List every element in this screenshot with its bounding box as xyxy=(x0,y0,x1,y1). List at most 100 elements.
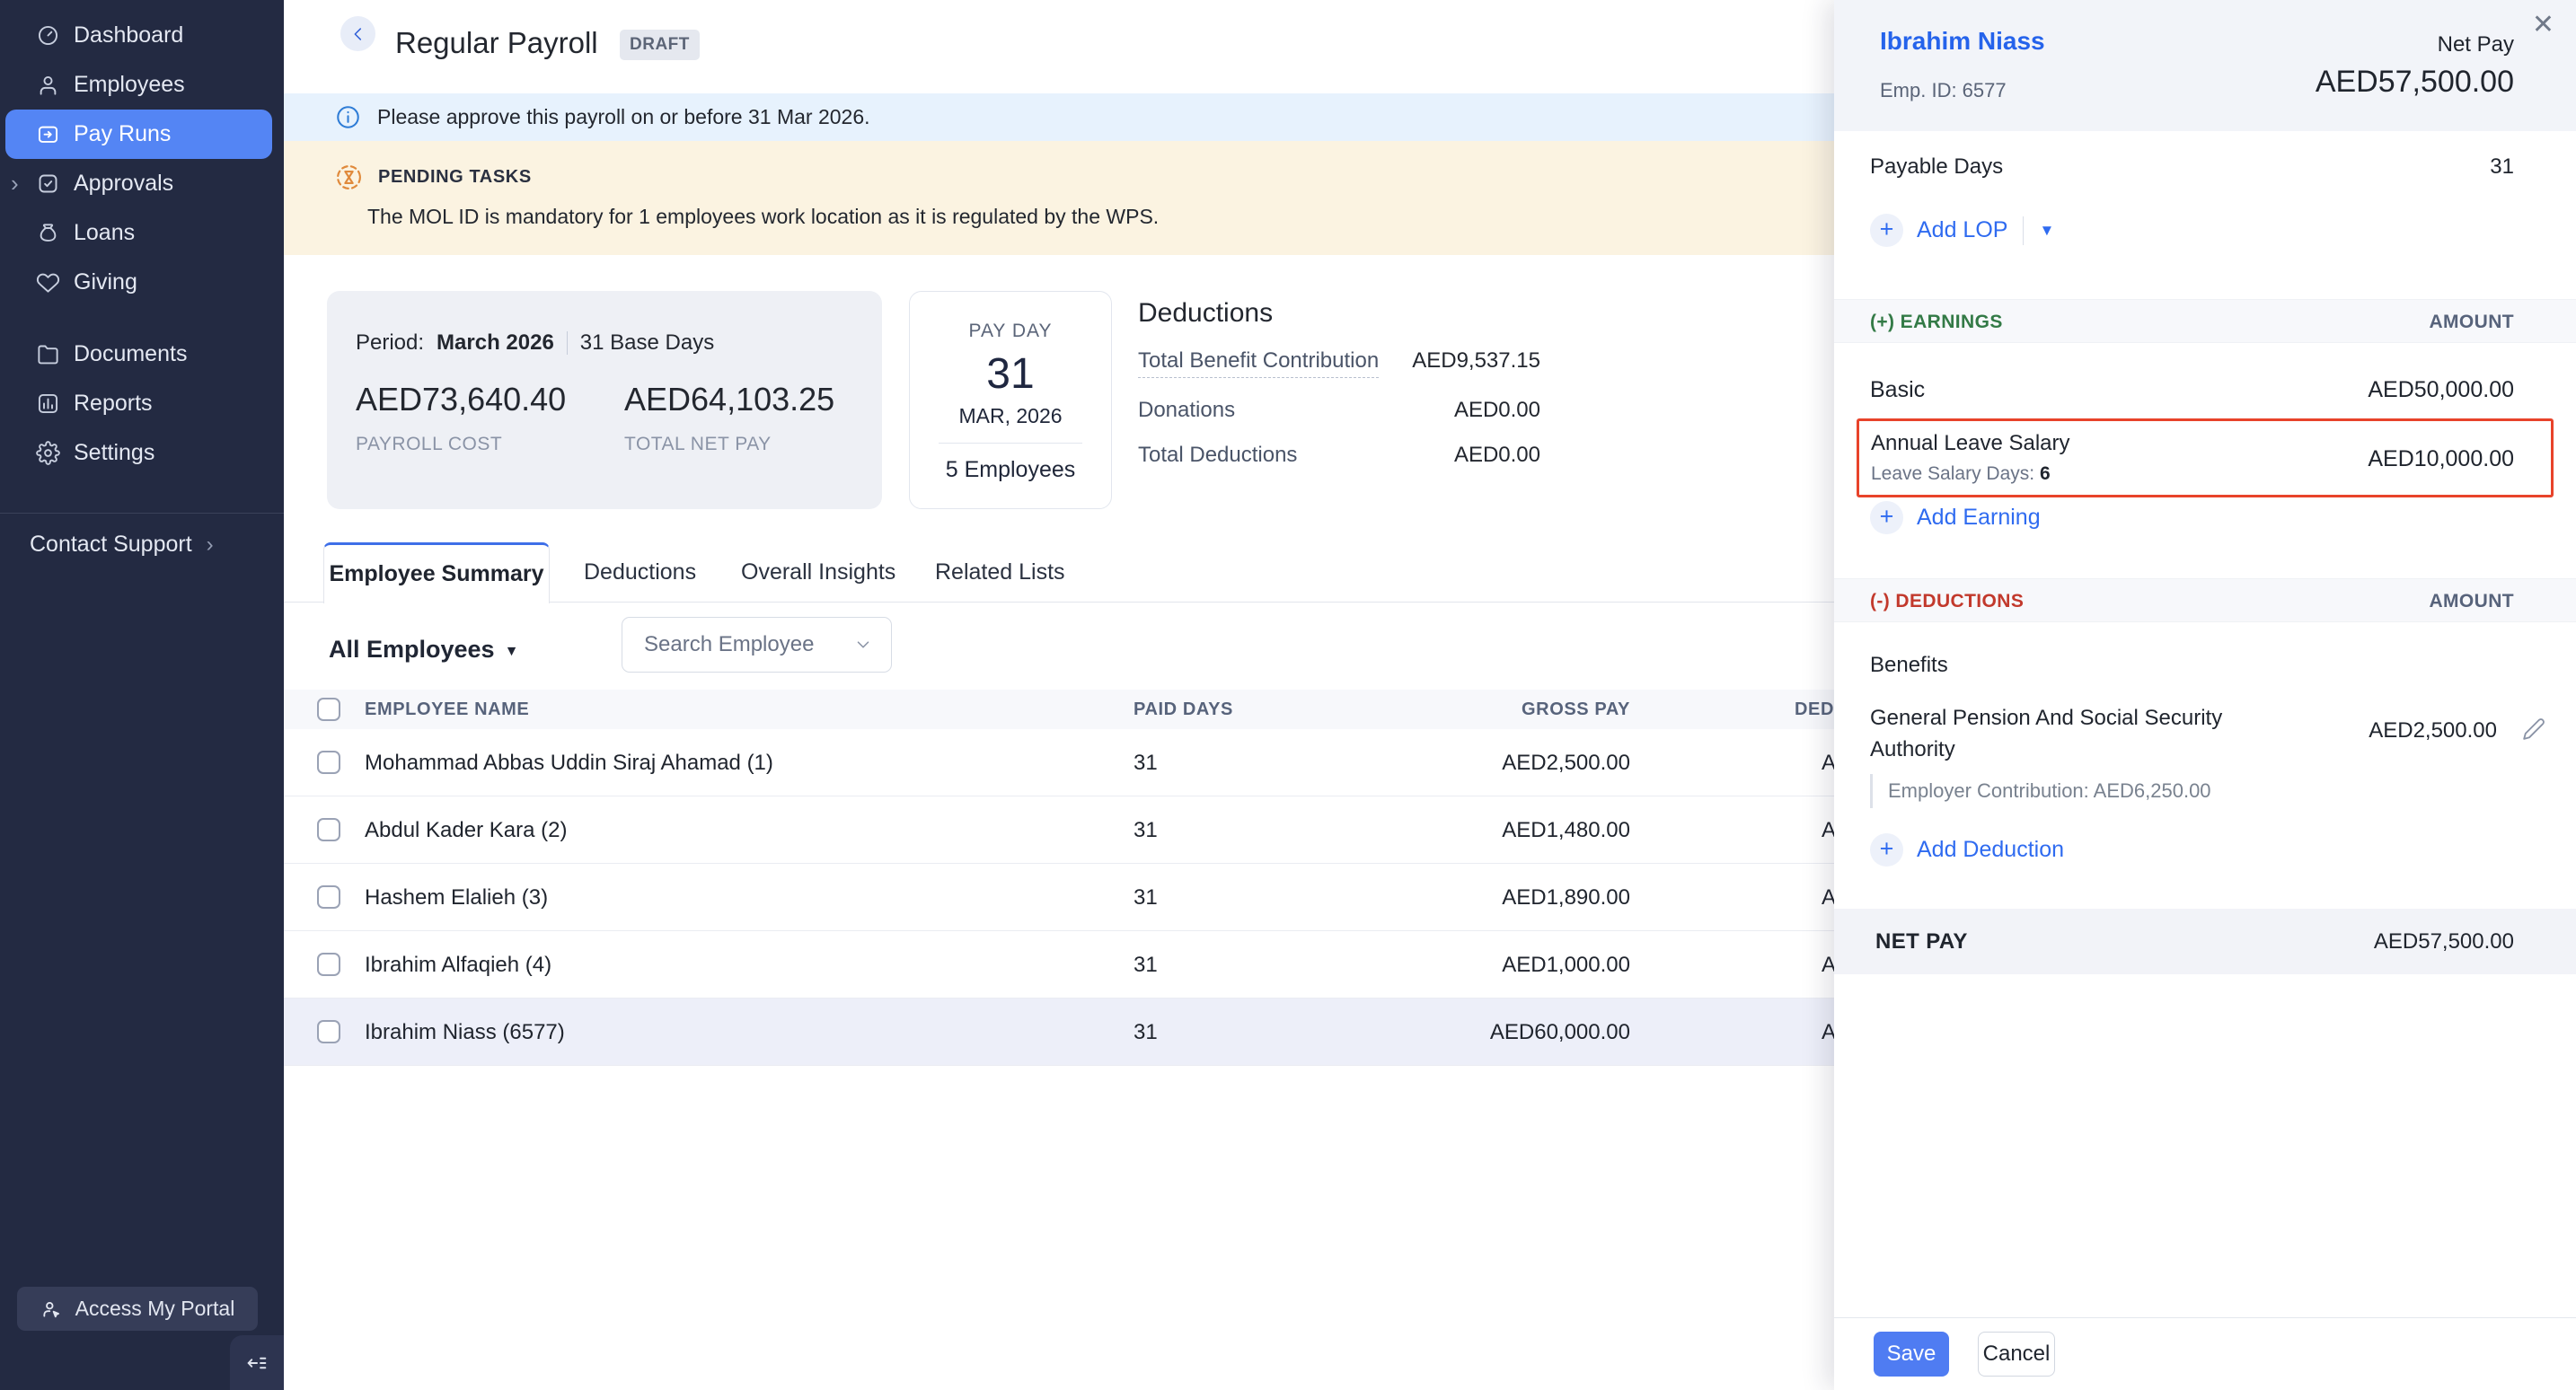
approval-info-text: Please approve this payroll on or before… xyxy=(377,105,870,129)
sidebar-item-documents[interactable]: Documents xyxy=(5,330,272,379)
deductions-header-label: (-) DEDUCTIONS xyxy=(1870,579,2024,623)
total-deductions-value: AED0.00 xyxy=(1454,443,1540,468)
column-employee-name[interactable]: EMPLOYEE NAME xyxy=(365,690,529,729)
chevron-left-icon xyxy=(348,24,368,44)
net-pay-value: AED57,500.00 xyxy=(2316,65,2514,100)
contact-support-link[interactable]: Contact Support › xyxy=(30,532,214,558)
caret-down-icon: ▼ xyxy=(505,644,519,660)
pending-tasks-banner: PENDING TASKS The MOL ID is mandatory fo… xyxy=(284,141,1834,255)
sidebar-item-giving[interactable]: Giving xyxy=(5,258,272,307)
pending-tasks-title: PENDING TASKS xyxy=(378,167,532,188)
row-checkbox[interactable] xyxy=(317,1020,340,1043)
annual-leave-salary-label: Annual Leave Salary xyxy=(1871,431,2069,456)
payroll-app: Dashboard Employees Pay Runs › Approvals… xyxy=(0,0,2576,1390)
table-row[interactable]: Abdul Kader Kara (2) 31 AED1,480.00 AED xyxy=(284,796,1901,864)
approval-info-banner: Please approve this payroll on or before… xyxy=(284,93,1834,141)
total-deductions-label: Total Deductions xyxy=(1138,443,1297,468)
table-row[interactable]: Ibrahim Niass (6577) 31 AED60,000.00 AED xyxy=(284,999,1901,1066)
page-title: Regular Payroll xyxy=(395,26,598,60)
select-all-checkbox[interactable] xyxy=(317,698,340,721)
row-checkbox[interactable] xyxy=(317,953,340,976)
total-benefit-contribution-label[interactable]: Total Benefit Contribution xyxy=(1138,348,1379,378)
sidebar-nav: Dashboard Employees Pay Runs › Approvals… xyxy=(0,0,284,478)
tab-deductions[interactable]: Deductions xyxy=(584,542,696,603)
pension-deduction-amount: AED2,500.00 xyxy=(2369,718,2497,743)
column-gross-pay[interactable]: GROSS PAY xyxy=(1451,690,1630,729)
documents-folder-icon xyxy=(36,342,60,366)
employee-name-cell[interactable]: Mohammad Abbas Uddin Siraj Ahamad (1) xyxy=(365,729,773,796)
employee-filter-dropdown[interactable]: All Employees ▼ xyxy=(329,636,518,664)
row-checkbox[interactable] xyxy=(317,818,340,841)
add-deduction-button[interactable]: + Add Deduction xyxy=(1870,833,2064,867)
tab-overall-insights[interactable]: Overall Insights xyxy=(741,542,895,603)
reports-chart-icon xyxy=(36,391,60,416)
table-row[interactable]: Ibrahim Alfaqieh (4) 31 AED1,000.00 AED xyxy=(284,931,1901,999)
giving-heart-icon xyxy=(36,270,60,295)
tab-bar: Employee Summary Deductions Overall Insi… xyxy=(284,542,1834,603)
period-summary-card: Period: March 2026 31 Base Days AED73,64… xyxy=(327,291,882,509)
sidebar-item-settings[interactable]: Settings xyxy=(5,428,272,478)
search-employee-select[interactable]: Search Employee xyxy=(622,617,892,673)
payable-days-row: Payable Days 31 xyxy=(1870,154,2514,180)
earnings-amount-header: AMOUNT xyxy=(2429,300,2514,344)
employer-contribution-note: Employer Contribution: AED6,250.00 xyxy=(1870,774,2211,808)
sidebar-divider xyxy=(0,513,284,514)
paid-days-cell: 31 xyxy=(1134,729,1158,796)
chevron-down-icon xyxy=(853,635,873,655)
row-checkbox[interactable] xyxy=(317,751,340,774)
table-row[interactable]: Hashem Elalieh (3) 31 AED1,890.00 AED xyxy=(284,864,1901,931)
row-checkbox[interactable] xyxy=(317,885,340,909)
employee-name-cell[interactable]: Hashem Elalieh (3) xyxy=(365,864,548,931)
save-button[interactable]: Save xyxy=(1874,1332,1949,1377)
paid-days-cell: 31 xyxy=(1134,999,1158,1066)
tab-employee-summary[interactable]: Employee Summary xyxy=(323,542,550,603)
plus-icon: + xyxy=(1870,214,1903,247)
edit-pencil-icon[interactable] xyxy=(2522,717,2545,741)
pay-day-number: 31 xyxy=(910,349,1111,399)
employees-icon xyxy=(36,73,60,97)
chevron-right-icon[interactable]: › xyxy=(11,169,19,197)
tab-related-lists[interactable]: Related Lists xyxy=(935,542,1065,603)
back-button[interactable] xyxy=(340,16,375,51)
sidebar-item-approvals[interactable]: › Approvals xyxy=(5,159,272,208)
employee-name-link[interactable]: Ibrahim Niass xyxy=(1880,27,2045,56)
close-icon[interactable]: ✕ xyxy=(2532,9,2554,40)
employee-table-body: Mohammad Abbas Uddin Siraj Ahamad (1) 31… xyxy=(284,729,1901,1066)
leave-salary-days: Leave Salary Days: 6 xyxy=(1871,463,2051,485)
sidebar: Dashboard Employees Pay Runs › Approvals… xyxy=(0,0,284,1390)
employee-name-cell[interactable]: Ibrahim Niass (6577) xyxy=(365,999,565,1066)
sidebar-collapse-button[interactable] xyxy=(230,1335,284,1390)
panel-footer: Save Cancel xyxy=(1834,1317,2576,1390)
info-icon xyxy=(335,104,361,130)
net-pay-label: Net Pay xyxy=(2438,32,2514,57)
loans-icon xyxy=(36,221,60,245)
pending-hourglass-icon xyxy=(335,163,363,191)
deductions-summary: Deductions Total Benefit Contribution AE… xyxy=(1138,298,1540,468)
sidebar-item-loans[interactable]: Loans xyxy=(5,208,272,258)
sidebar-item-dashboard[interactable]: Dashboard xyxy=(5,11,272,60)
column-paid-days[interactable]: PAID DAYS xyxy=(1134,690,1233,729)
pay-day-card: PAY DAY 31 MAR, 2026 5 Employees xyxy=(909,291,1112,509)
status-badge: DRAFT xyxy=(620,30,700,60)
total-net-pay-label: TOTAL NET PAY xyxy=(624,434,834,455)
base-days: 31 Base Days xyxy=(580,330,714,356)
sidebar-item-employees[interactable]: Employees xyxy=(5,60,272,110)
period-label: Period: xyxy=(356,330,424,356)
payable-days-value: 31 xyxy=(2490,154,2514,180)
cancel-button[interactable]: Cancel xyxy=(1978,1332,2055,1377)
payroll-cost-value: AED73,640.40 xyxy=(356,381,566,418)
add-lop-caret-icon[interactable]: ▼ xyxy=(2039,222,2054,240)
table-row[interactable]: Mohammad Abbas Uddin Siraj Ahamad (1) 31… xyxy=(284,729,1901,796)
employee-name-cell[interactable]: Ibrahim Alfaqieh (4) xyxy=(365,931,551,999)
add-lop-button[interactable]: + Add LOP ▼ xyxy=(1870,214,2054,247)
donations-value: AED0.00 xyxy=(1454,398,1540,423)
access-my-portal-button[interactable]: Access My Portal xyxy=(17,1287,258,1331)
paid-days-cell: 31 xyxy=(1134,931,1158,999)
add-earning-button[interactable]: + Add Earning xyxy=(1870,501,2041,534)
net-pay-row-label: NET PAY xyxy=(1875,909,1968,974)
employee-name-cell[interactable]: Abdul Kader Kara (2) xyxy=(365,796,567,864)
sidebar-item-reports[interactable]: Reports xyxy=(5,379,272,428)
earnings-header-label: (+) EARNINGS xyxy=(1870,300,2003,344)
annual-leave-salary-highlight[interactable]: Annual Leave Salary Leave Salary Days: 6… xyxy=(1857,418,2554,497)
sidebar-item-pay-runs[interactable]: Pay Runs xyxy=(5,110,272,159)
